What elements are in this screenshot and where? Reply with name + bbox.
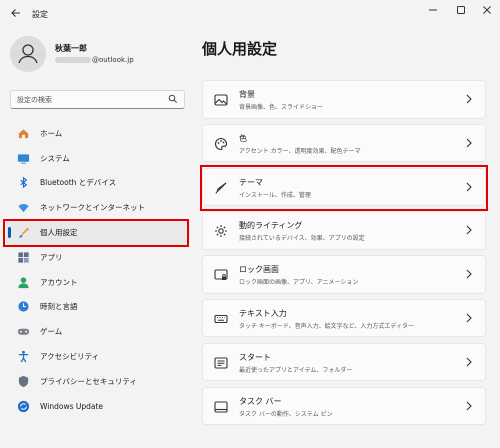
apps-icon: [16, 250, 30, 264]
sidebar-item-system[interactable]: システム: [6, 146, 190, 171]
card-subtitle: 最近使ったアプリとアイテム、フォルダー: [239, 366, 353, 374]
card-lock-screen[interactable]: ロック画面 ロック画面の画像、アプリ、アニメーション: [202, 255, 486, 294]
card-subtitle: タスク バーの動作、システム ピン: [239, 410, 333, 418]
account-icon: [16, 275, 30, 289]
sidebar-item-windows-update[interactable]: Windows Update: [6, 394, 190, 419]
sidebar-item-network[interactable]: ネットワークとインターネット: [6, 195, 190, 220]
chevron-right-icon: [466, 226, 472, 235]
card-title: 動的ライティング: [239, 221, 303, 231]
maximize-icon[interactable]: [452, 4, 470, 22]
highlight-box-themes: [200, 165, 488, 211]
card-title: 色: [239, 133, 247, 143]
chevron-right-icon: [466, 401, 472, 410]
minimize-icon[interactable]: [424, 4, 442, 22]
lock-screen-icon: [214, 269, 228, 281]
dynamic-lighting-icon: [215, 225, 227, 238]
time-language-icon: [16, 300, 30, 314]
sidebar-item-accessibility[interactable]: アクセシビリティ: [6, 344, 190, 369]
sidebar-item-time-language[interactable]: 時刻と言語: [6, 295, 190, 320]
bluetooth-icon: [16, 176, 30, 190]
chevron-right-icon: [466, 313, 472, 323]
person-icon: [18, 44, 38, 64]
avatar: [10, 36, 46, 72]
user-profile[interactable]: 秋葉一郎 @outlook.jp: [10, 36, 190, 76]
network-icon: [16, 201, 30, 215]
back-arrow-icon[interactable]: [8, 7, 24, 23]
user-email: @outlook.jp: [55, 56, 134, 64]
card-title: 背景: [239, 90, 255, 99]
card-dynamic-lighting[interactable]: 動的ライティング 接続されているデバイス、効果、アプリの設定: [202, 211, 486, 250]
update-icon: [16, 399, 30, 413]
sidebar-nav: ホーム システム Bluetooth とデバイス ネットワークとインターネット …: [6, 121, 190, 419]
chevron-right-icon: [466, 357, 472, 367]
card-title: スタート: [239, 352, 271, 362]
redacted-mask: [55, 57, 91, 63]
close-icon[interactable]: [478, 4, 496, 22]
card-title: テキスト入力: [239, 308, 287, 318]
chevron-right-icon: [466, 94, 472, 104]
shield-icon: [16, 374, 30, 388]
chevron-right-icon: [466, 138, 472, 148]
title-bar: 設定: [0, 0, 500, 30]
sidebar-item-home[interactable]: ホーム: [6, 121, 190, 146]
highlight-box-sidebar: [3, 219, 189, 247]
background-icon: [214, 94, 228, 106]
card-subtitle: アクセント カラー、透明度効果、配色テーマ: [239, 147, 361, 155]
gaming-icon: [16, 325, 30, 339]
card-start[interactable]: スタート 最近使ったアプリとアイテム、フォルダー: [202, 342, 486, 382]
card-title: タスク バー: [239, 396, 282, 406]
card-title: ロック画面: [239, 265, 279, 275]
sidebar-item-accounts[interactable]: アカウント: [6, 270, 190, 295]
window-title: 設定: [32, 10, 48, 19]
settings-card-list: 背景 背景画像、色、スライドショー 色 アクセント カラー、透明度効果、配色テー…: [202, 80, 486, 430]
accessibility-icon: [16, 350, 30, 364]
card-subtitle: ロック画面の画像、アプリ、アニメーション: [239, 279, 359, 287]
search-icon[interactable]: [168, 94, 178, 104]
settings-search-box[interactable]: [10, 90, 185, 109]
palette-icon: [215, 137, 228, 150]
search-input[interactable]: [17, 94, 157, 106]
start-icon: [214, 357, 228, 369]
card-taskbar[interactable]: タスク バー タスク バーの動作、システム ピン: [202, 386, 486, 426]
taskbar-icon: [214, 401, 228, 413]
card-colors[interactable]: 色 アクセント カラー、透明度効果、配色テーマ: [202, 123, 486, 163]
home-icon: [16, 126, 30, 140]
system-icon: [16, 151, 30, 165]
user-name: 秋葉一郎: [55, 44, 87, 53]
page-title: 個人用設定: [202, 40, 278, 58]
card-text-input[interactable]: テキスト入力 タッチ キーボード、音声入力、絵文字など、入力方式エディター: [202, 298, 486, 338]
card-subtitle: 背景画像、色、スライドショー: [239, 104, 324, 111]
sidebar-item-apps[interactable]: アプリ: [6, 245, 190, 270]
sidebar-item-gaming[interactable]: ゲーム: [6, 319, 190, 344]
chevron-right-icon: [466, 269, 472, 279]
keyboard-icon: [214, 314, 228, 324]
sidebar-item-privacy[interactable]: プライバシーとセキュリティ: [6, 369, 190, 394]
card-background[interactable]: 背景 背景画像、色、スライドショー: [202, 80, 486, 119]
card-subtitle: タッチ キーボード、音声入力、絵文字など、入力方式エディター: [239, 322, 414, 330]
card-subtitle: 接続されているデバイス、効果、アプリの設定: [239, 235, 365, 243]
sidebar-item-bluetooth[interactable]: Bluetooth とデバイス: [6, 171, 190, 196]
